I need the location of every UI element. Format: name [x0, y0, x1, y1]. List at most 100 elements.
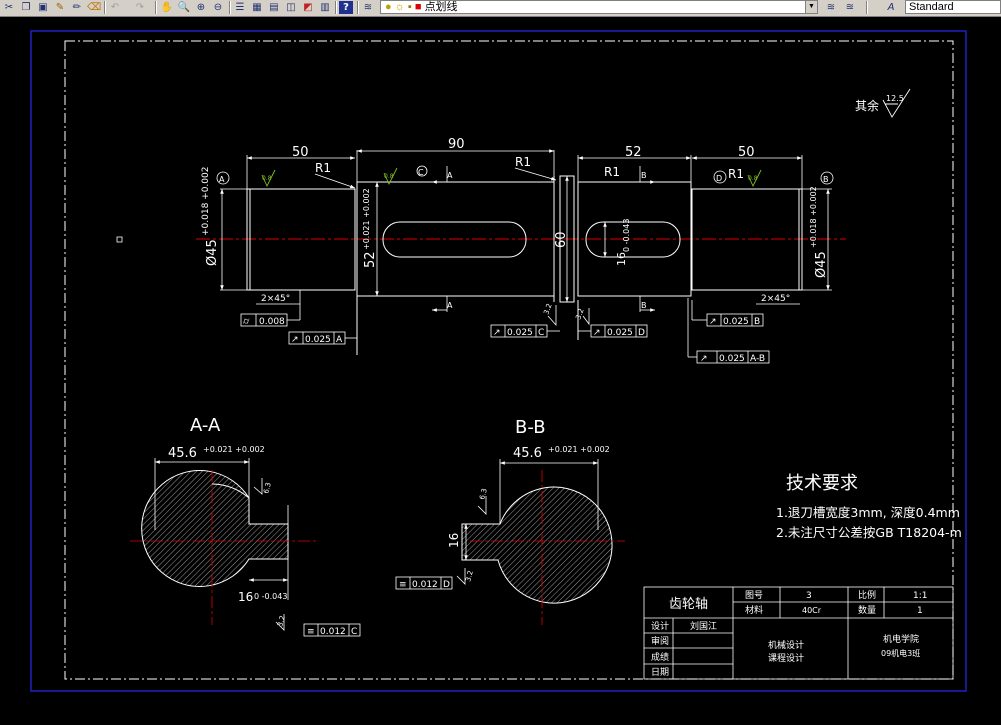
section-a-top: A: [447, 171, 453, 180]
dia45-left: Ø45: [205, 239, 220, 266]
tol-frame-sym-bb: ≡ 0.012 D: [395, 576, 453, 590]
layer-combo-value: 点划线: [424, 1, 458, 13]
dia45-right: Ø45: [814, 251, 829, 278]
tech-req-line2: 2.未注尺寸公差按GB T18204-m: [776, 525, 962, 540]
paste-icon[interactable]: ▣: [36, 1, 50, 14]
properties-icon[interactable]: ☰: [233, 1, 247, 14]
layer-previous-icon[interactable]: ≊: [843, 1, 857, 14]
layer-combo[interactable]: ● ☼ ▪ ■ 点划线 ▼: [380, 0, 818, 14]
r1-label-4: R1: [728, 167, 744, 181]
svg-text:≡: ≡: [399, 580, 407, 590]
text-style-combo[interactable]: Standard: [905, 0, 1001, 14]
svg-text:0.012: 0.012: [320, 627, 346, 637]
design-center-icon[interactable]: ▦: [250, 1, 264, 14]
svg-text:↗: ↗: [493, 328, 501, 338]
tb-design-label: 设计: [651, 620, 669, 632]
text-style-combo-value: Standard: [909, 1, 954, 13]
toolbar-separator: [155, 1, 157, 14]
r1-label-3: R1: [604, 165, 620, 179]
toolbar-separator: [229, 1, 231, 14]
text-style-icon[interactable]: A: [884, 1, 898, 14]
section-aa-width-tol: +0.021 +0.002: [203, 445, 265, 454]
toolbar-separator: [866, 1, 868, 14]
svg-text:A: A: [336, 335, 343, 345]
sheet-set-icon[interactable]: ◫: [284, 1, 298, 14]
chamfer-left: 2×45°: [261, 294, 290, 304]
zoom-window-icon[interactable]: ⊕: [194, 1, 208, 14]
svg-text:A-B: A-B: [750, 354, 765, 364]
section-bb-width: 45.6: [513, 446, 542, 461]
roughness-note: 其余 12.5: [855, 88, 911, 118]
tol-frame-runout-a: ↗ 0.025 A: [288, 331, 357, 345]
zoom-previous-icon[interactable]: ⊖: [211, 1, 225, 14]
tol-frame-runout-b: ↗ 0.025 B: [691, 300, 764, 327]
pencil-icon[interactable]: ✏: [70, 1, 84, 14]
match-properties-icon[interactable]: ✎: [53, 1, 67, 14]
svg-text:0.025: 0.025: [723, 317, 749, 327]
chevron-down-icon[interactable]: ▼: [805, 1, 817, 13]
r1-label-1: R1: [315, 161, 331, 175]
tol-frame-runout-ab: ↗ 0.025 A-B: [687, 298, 770, 364]
lock-icon: ▪: [407, 1, 412, 13]
section-bb-rough: 6.3: [478, 488, 489, 501]
section-bb-view: [456, 459, 625, 625]
section-aa-key-tol: 0 -0.043: [254, 592, 287, 601]
redo-icon[interactable]: ↷: [133, 1, 147, 14]
viewport-border: [30, 30, 967, 692]
r1-label-2: R1: [515, 155, 531, 169]
tb-grade-label: 成绩: [651, 651, 669, 663]
calculator-icon[interactable]: ▥: [318, 1, 332, 14]
svg-text:B: B: [754, 317, 760, 327]
datum-d-circle: D: [716, 174, 722, 183]
tb-course1: 机械设计: [768, 639, 804, 651]
tb-material: 40Cr: [802, 606, 822, 615]
tb-school1: 机电学院: [883, 633, 919, 645]
roughness-note-value: 12.5: [886, 94, 904, 103]
tb-scale-label: 比例: [858, 589, 876, 601]
pan-icon[interactable]: ✋: [160, 1, 174, 14]
layer-manager-icon[interactable]: ≋: [361, 1, 375, 14]
markup-icon[interactable]: ◩: [301, 1, 315, 14]
tol-frame-runout-c: ↗ 0.025 C: [490, 324, 560, 338]
svg-text:⌭: ⌭: [243, 317, 250, 327]
tool-palettes-icon[interactable]: ▤: [267, 1, 281, 14]
dim-16-top: 16: [615, 252, 628, 266]
dim-50-right: 50: [738, 145, 755, 160]
rough-08-b: 0.8: [384, 173, 394, 180]
section-bb-title: B-B: [515, 417, 546, 438]
cut-icon[interactable]: ✂: [2, 1, 16, 14]
ucs-marker: [116, 236, 123, 243]
section-aa-width: 45.6: [168, 446, 197, 461]
copy-icon[interactable]: ❐: [19, 1, 33, 14]
tol-frame-runout-d: ↗ 0.025 D: [578, 324, 648, 338]
eraser-icon[interactable]: ⌫: [87, 1, 101, 14]
svg-text:D: D: [443, 580, 450, 590]
tb-drawing-no-label: 图号: [745, 590, 763, 601]
dim-60: 60: [554, 231, 569, 248]
rough-32b-label: 3.2: [574, 307, 585, 320]
zoom-realtime-icon[interactable]: 🔍: [177, 1, 191, 14]
layer-state-icon[interactable]: ≋: [824, 1, 838, 14]
undo-icon[interactable]: ↶: [108, 1, 122, 14]
tb-drawing-no: 3: [806, 591, 812, 601]
drawing-canvas[interactable]: 其余 12.5 50 90 52 50 R1 R1 R1 R1 A C D B …: [0, 16, 1001, 721]
svg-text:0.025: 0.025: [305, 335, 331, 345]
tb-qty-label: 数量: [858, 604, 876, 616]
section-bb-key: 16: [447, 533, 461, 548]
tech-req-title: 技术要求: [786, 473, 858, 494]
dim-52: 52: [625, 145, 642, 160]
tol-frame-sym-aa: ≡ 0.012 C: [303, 623, 361, 637]
toolbar-separator: [335, 1, 337, 14]
tb-part-name: 齿轮轴: [669, 597, 708, 612]
section-aa-key: 16: [238, 590, 253, 604]
tech-req-line1: 1.退刀槽宽度3mm, 深度0.4mm: [776, 505, 960, 520]
rough-08-a: 0.8: [262, 175, 272, 182]
dia52-dim: 52: [363, 251, 378, 268]
dia45-right-tol: +0.018 +0.002: [809, 186, 818, 248]
tb-date-label: 日期: [651, 667, 669, 678]
tb-material-label: 材料: [745, 604, 763, 616]
svg-text:0.008: 0.008: [259, 317, 285, 327]
help-icon[interactable]: ?: [339, 1, 353, 14]
dia45-left-tol: +0.018 +0.002: [201, 167, 211, 236]
datum-b-circle: B: [823, 175, 829, 184]
